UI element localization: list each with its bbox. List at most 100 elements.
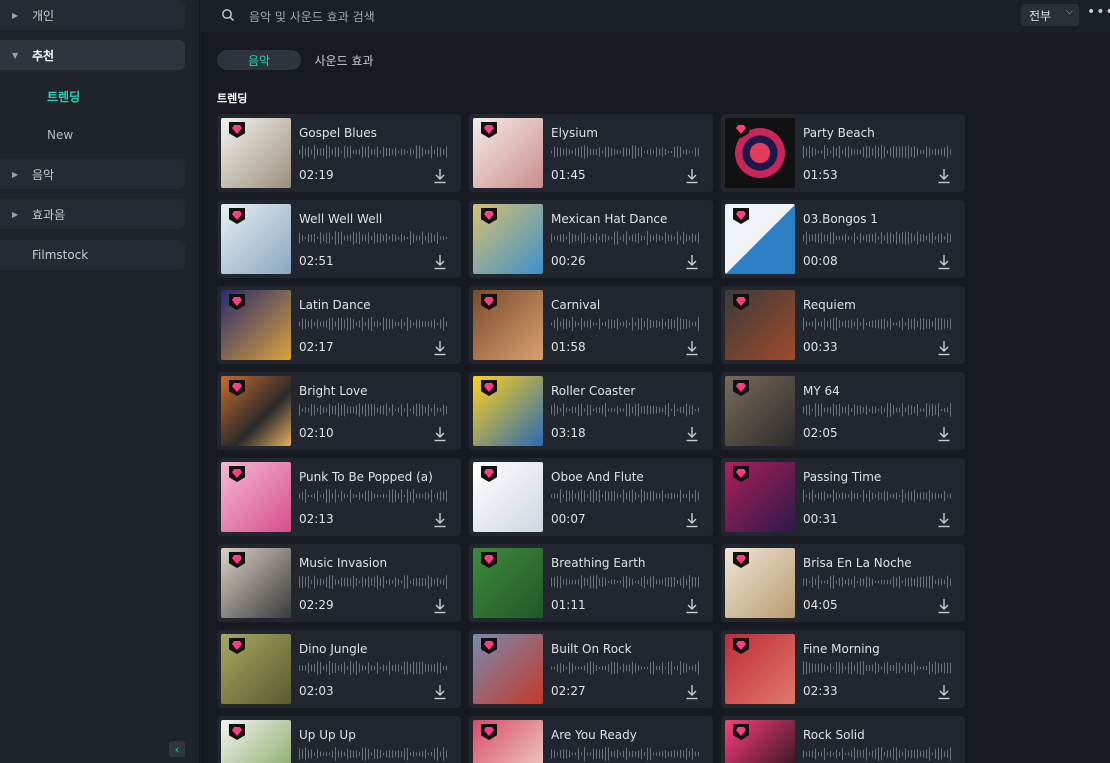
download-icon[interactable] — [937, 168, 951, 184]
sidebar-item-music[interactable]: ▶ 음악 — [0, 159, 185, 189]
track-card[interactable]: Rock Solid — [721, 716, 965, 763]
download-icon[interactable] — [433, 684, 447, 700]
tab-music[interactable]: 음악 — [217, 50, 301, 70]
filter-dropdown[interactable]: 전부 ⌵ — [1021, 4, 1079, 26]
download-icon[interactable] — [433, 426, 447, 442]
track-card[interactable]: Well Well Well 02:51 — [217, 200, 461, 278]
waveform[interactable] — [299, 316, 449, 332]
waveform[interactable] — [803, 574, 953, 590]
album-thumbnail[interactable] — [221, 720, 291, 763]
collapse-sidebar-button[interactable]: ‹ — [169, 741, 185, 757]
waveform[interactable] — [551, 144, 701, 160]
track-card[interactable]: Requiem 00:33 — [721, 286, 965, 364]
download-icon[interactable] — [937, 340, 951, 356]
download-icon[interactable] — [937, 684, 951, 700]
track-card[interactable]: Up Up Up — [217, 716, 461, 763]
download-icon[interactable] — [937, 254, 951, 270]
album-thumbnail[interactable] — [725, 720, 795, 763]
waveform[interactable] — [551, 230, 701, 246]
album-thumbnail[interactable] — [473, 462, 543, 532]
more-options-icon[interactable]: ••• — [1087, 4, 1110, 24]
download-icon[interactable] — [685, 340, 699, 356]
album-thumbnail[interactable] — [725, 634, 795, 704]
sidebar-item-sound-effects[interactable]: ▶ 효과음 — [0, 199, 185, 229]
download-icon[interactable] — [433, 168, 447, 184]
track-card[interactable]: 03.Bongos 1 00:08 — [721, 200, 965, 278]
album-thumbnail[interactable] — [473, 548, 543, 618]
download-icon[interactable] — [433, 340, 447, 356]
track-card[interactable]: Gospel Blues 02:19 — [217, 114, 461, 192]
track-card[interactable]: Breathing Earth 01:11 — [469, 544, 713, 622]
download-icon[interactable] — [685, 254, 699, 270]
waveform[interactable] — [551, 402, 701, 418]
download-icon[interactable] — [685, 426, 699, 442]
album-thumbnail[interactable] — [725, 462, 795, 532]
waveform[interactable] — [803, 230, 953, 246]
waveform[interactable] — [299, 230, 449, 246]
sidebar-subitem-trending[interactable]: 트렌딩 — [47, 88, 80, 105]
track-card[interactable]: Bright Love 02:10 — [217, 372, 461, 450]
download-icon[interactable] — [937, 512, 951, 528]
track-card[interactable]: Punk To Be Popped (a) 02:13 — [217, 458, 461, 536]
track-card[interactable]: Roller Coaster 03:18 — [469, 372, 713, 450]
track-card[interactable]: Are You Ready — [469, 716, 713, 763]
album-thumbnail[interactable] — [221, 290, 291, 360]
download-icon[interactable] — [433, 512, 447, 528]
download-icon[interactable] — [433, 254, 447, 270]
album-thumbnail[interactable] — [725, 376, 795, 446]
album-thumbnail[interactable] — [473, 290, 543, 360]
download-icon[interactable] — [685, 168, 699, 184]
sidebar-subitem-new[interactable]: New — [47, 128, 73, 142]
track-card[interactable]: Built On Rock 02:27 — [469, 630, 713, 708]
album-thumbnail[interactable] — [221, 204, 291, 274]
tab-sound-effects[interactable]: 사운드 효과 — [309, 50, 379, 70]
download-icon[interactable] — [937, 426, 951, 442]
album-thumbnail[interactable] — [473, 376, 543, 446]
track-card[interactable]: Carnival 01:58 — [469, 286, 713, 364]
album-thumbnail[interactable] — [473, 118, 543, 188]
sidebar-item-filmstock[interactable]: Filmstock — [0, 240, 185, 270]
track-card[interactable]: Party Beach 01:53 — [721, 114, 965, 192]
search-input[interactable] — [247, 6, 851, 28]
track-card[interactable]: Music Invasion 02:29 — [217, 544, 461, 622]
album-thumbnail[interactable] — [221, 548, 291, 618]
waveform[interactable] — [299, 402, 449, 418]
album-thumbnail[interactable] — [221, 634, 291, 704]
track-card[interactable]: Dino Jungle 02:03 — [217, 630, 461, 708]
track-card[interactable]: Brisa En La Noche 04:05 — [721, 544, 965, 622]
waveform[interactable] — [803, 746, 953, 762]
waveform[interactable] — [299, 488, 449, 504]
waveform[interactable] — [803, 402, 953, 418]
track-card[interactable]: Passing Time 00:31 — [721, 458, 965, 536]
waveform[interactable] — [803, 488, 953, 504]
download-icon[interactable] — [937, 598, 951, 614]
waveform[interactable] — [803, 144, 953, 160]
album-thumbnail[interactable] — [725, 290, 795, 360]
waveform[interactable] — [551, 488, 701, 504]
waveform[interactable] — [299, 574, 449, 590]
waveform[interactable] — [803, 660, 953, 676]
track-card[interactable]: Latin Dance 02:17 — [217, 286, 461, 364]
album-thumbnail[interactable] — [221, 118, 291, 188]
download-icon[interactable] — [433, 598, 447, 614]
download-icon[interactable] — [685, 684, 699, 700]
waveform[interactable] — [299, 746, 449, 762]
download-icon[interactable] — [685, 512, 699, 528]
track-card[interactable]: Elysium 01:45 — [469, 114, 713, 192]
waveform[interactable] — [551, 574, 701, 590]
album-thumbnail[interactable] — [473, 720, 543, 763]
sidebar-item-personal[interactable]: ▶ 개인 — [0, 0, 185, 30]
track-card[interactable]: Oboe And Flute 00:07 — [469, 458, 713, 536]
waveform[interactable] — [299, 660, 449, 676]
sidebar-item-recommended[interactable]: ▼ 추천 — [0, 40, 185, 70]
download-icon[interactable] — [685, 598, 699, 614]
waveform[interactable] — [551, 746, 701, 762]
waveform[interactable] — [803, 316, 953, 332]
track-card[interactable]: MY 64 02:05 — [721, 372, 965, 450]
album-thumbnail[interactable] — [473, 634, 543, 704]
album-thumbnail[interactable] — [473, 204, 543, 274]
track-card[interactable]: Mexican Hat Dance 00:26 — [469, 200, 713, 278]
album-thumbnail[interactable] — [221, 462, 291, 532]
waveform[interactable] — [551, 660, 701, 676]
album-thumbnail[interactable] — [725, 118, 795, 188]
